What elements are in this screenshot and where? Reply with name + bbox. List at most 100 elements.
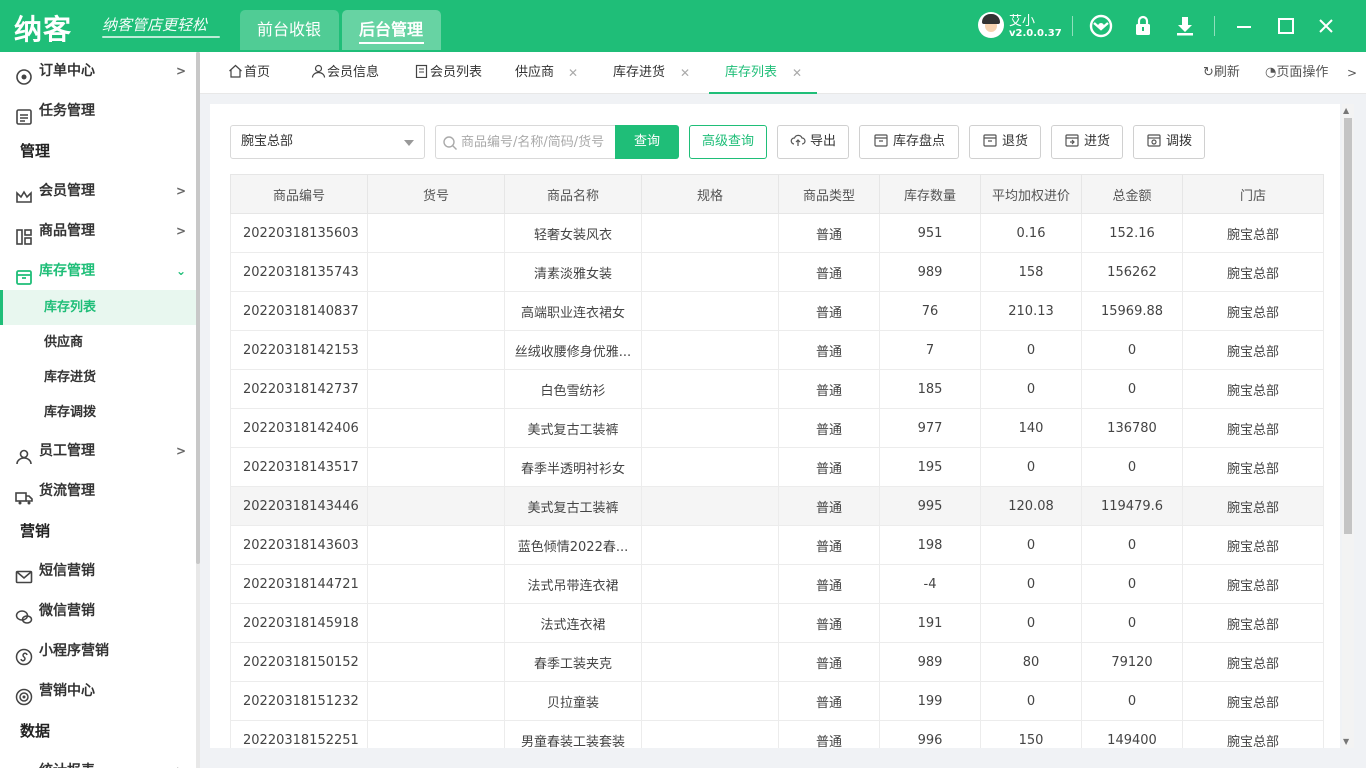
table-cell: 989 bbox=[879, 642, 981, 682]
scroll-up-icon[interactable]: ▲ bbox=[1343, 106, 1349, 115]
sidebar-scrollbar[interactable] bbox=[196, 52, 200, 768]
table-row[interactable]: 20220318142737 白色雪纺衫 普通 185 0 0 腕宝总部 bbox=[230, 369, 1324, 409]
page-operations-button[interactable]: ◔页面操作 bbox=[1265, 52, 1328, 94]
column-header[interactable]: 总金额 bbox=[1081, 174, 1183, 214]
column-header[interactable]: 货号 bbox=[367, 174, 505, 214]
sidebar-item-reports[interactable]: 统计报表 > bbox=[0, 751, 196, 768]
table-row[interactable]: 20220318143446 美式复古工装裤 普通 995 120.08 119479.6… bbox=[230, 486, 1324, 526]
sidebar-item-miniprogram[interactable]: 小程序营销 bbox=[0, 631, 196, 671]
sidebar-subitem-supplier[interactable]: 供应商 bbox=[0, 325, 196, 360]
table-cell: 腕宝总部 bbox=[1182, 408, 1324, 448]
table-cell: 158 bbox=[980, 252, 1082, 292]
download-icon[interactable] bbox=[1172, 13, 1198, 39]
refresh-button[interactable]: ↻刷新 bbox=[1203, 52, 1240, 94]
table-row[interactable]: 20220318142406 美式复古工装裤 普通 977 140 136780 腕宝总部 bbox=[230, 408, 1324, 448]
tab-scroll-right-icon[interactable]: > bbox=[1347, 66, 1357, 80]
sidebar-item-logistics[interactable]: 货流管理 bbox=[0, 471, 196, 511]
sidebar-subitem-inventory-list[interactable]: 库存列表 bbox=[0, 290, 196, 325]
column-header[interactable]: 商品名称 bbox=[504, 174, 642, 214]
stocktake-button[interactable]: 库存盘点 bbox=[859, 125, 959, 159]
table-cell: 0 bbox=[980, 603, 1082, 643]
table-row[interactable]: 20220318140837 高端职业连衣裙女 普通 76 210.13 15969.88… bbox=[230, 291, 1324, 331]
transfer-button[interactable]: 调拨 bbox=[1133, 125, 1205, 159]
column-header[interactable]: 库存数量 bbox=[879, 174, 981, 214]
user-profile[interactable]: 艾小 v2.0.0.37 bbox=[978, 10, 1074, 44]
clipboard-icon bbox=[414, 54, 429, 79]
table-row[interactable]: 20220318152251 男童春装工装套装 普通 996 150 149400 腕宝总部 bbox=[230, 720, 1324, 748]
table-row[interactable]: 20220318151232 贝拉童装 普通 199 0 0 腕宝总部 bbox=[230, 681, 1324, 721]
table-cell: 腕宝总部 bbox=[1182, 213, 1324, 253]
tab-member-list[interactable]: 会员列表 bbox=[414, 52, 482, 94]
sidebar-subitem-transfer[interactable]: 库存调拨 bbox=[0, 395, 196, 430]
scroll-thumb[interactable] bbox=[1344, 118, 1352, 534]
table-cell: 20220318145918 bbox=[230, 603, 368, 643]
close-tab-icon[interactable]: ✕ bbox=[568, 52, 578, 94]
query-button[interactable]: 查询 bbox=[615, 125, 679, 159]
sidebar-item-wechat[interactable]: 微信营销 bbox=[0, 591, 196, 631]
sidebar-item-staff[interactable]: 员工管理 > bbox=[0, 431, 196, 471]
tab-member-info[interactable]: 会员信息 bbox=[311, 52, 379, 94]
sidebar-item-products[interactable]: 商品管理 > bbox=[0, 211, 196, 251]
table-cell bbox=[367, 642, 505, 682]
sidebar-item-inventory[interactable]: 库存管理 ⌄ bbox=[0, 251, 196, 291]
sidebar-item-orders[interactable]: 订单中心 > bbox=[0, 52, 196, 91]
sidebar-subitem-purchase[interactable]: 库存进货 bbox=[0, 360, 196, 395]
table-cell: 蓝色倾情2022春... bbox=[504, 525, 642, 565]
avatar bbox=[978, 12, 1004, 38]
sidebar-item-sms[interactable]: 短信营销 bbox=[0, 551, 196, 591]
maximize-icon[interactable] bbox=[1273, 13, 1299, 39]
advanced-query-button[interactable]: 高级查询 bbox=[689, 125, 767, 159]
column-header[interactable]: 商品编号 bbox=[230, 174, 368, 214]
scroll-down-icon[interactable]: ▼ bbox=[1343, 737, 1349, 746]
table-cell bbox=[367, 291, 505, 331]
tab-supplier[interactable]: 供应商 ✕ bbox=[515, 52, 578, 94]
table-cell: 20220318151232 bbox=[230, 681, 368, 721]
table-row[interactable]: 20220318150152 春季工装夹克 普通 989 80 79120 腕宝总部 bbox=[230, 642, 1324, 682]
sync-icon[interactable] bbox=[1088, 13, 1114, 39]
column-header[interactable]: 平均加权进价 bbox=[980, 174, 1082, 214]
sidebar-item-marketing-center[interactable]: 营销中心 bbox=[0, 671, 196, 711]
close-icon[interactable] bbox=[1313, 13, 1339, 39]
table-cell: 79120 bbox=[1081, 642, 1183, 682]
close-tab-icon[interactable]: ✕ bbox=[792, 52, 802, 94]
export-button[interactable]: 导出 bbox=[777, 125, 849, 159]
tab-inventory-purchase[interactable]: 库存进货 ✕ bbox=[613, 52, 690, 94]
table-row[interactable]: 20220318135743 清素淡雅女装 普通 989 158 156262 腕宝总部 bbox=[230, 252, 1324, 292]
table-cell bbox=[641, 564, 779, 604]
column-header[interactable]: 商品类型 bbox=[778, 174, 880, 214]
top-tab-backend[interactable]: 后台管理 bbox=[342, 10, 441, 50]
tab-home[interactable]: 首页 bbox=[228, 52, 270, 94]
chevron-down-icon bbox=[404, 140, 414, 146]
table-cell: 腕宝总部 bbox=[1182, 252, 1324, 292]
sidebar-item-members[interactable]: 会员管理 > bbox=[0, 171, 196, 211]
table-row[interactable]: 20220318142153 丝绒收腰修身优雅... 普通 7 0 0 腕宝总部 bbox=[230, 330, 1324, 370]
table-row[interactable]: 20220318135603 轻奢女装风衣 普通 951 0.16 152.16 腕宝总部 bbox=[230, 213, 1324, 253]
table-row[interactable]: 20220318144721 法式吊带连衣裙 普通 -4 0 0 腕宝总部 bbox=[230, 564, 1324, 604]
store-select[interactable]: 腕宝总部 bbox=[230, 125, 425, 159]
inventory-icon bbox=[15, 262, 33, 285]
table-cell bbox=[367, 252, 505, 292]
table-cell: 美式复古工装裤 bbox=[504, 408, 642, 448]
table-cell: 0 bbox=[980, 681, 1082, 721]
column-header[interactable]: 规格 bbox=[641, 174, 779, 214]
user-icon bbox=[15, 442, 33, 465]
table-cell: 20220318135603 bbox=[230, 213, 368, 253]
divider bbox=[1072, 16, 1073, 36]
top-tab-cashier[interactable]: 前台收银 bbox=[240, 10, 339, 50]
sidebar-item-tasks[interactable]: 任务管理 bbox=[0, 91, 196, 131]
mail-icon bbox=[15, 562, 33, 584]
table-row[interactable]: 20220318145918 法式连衣裙 普通 191 0 0 腕宝总部 bbox=[230, 603, 1324, 643]
return-button[interactable]: 退货 bbox=[969, 125, 1041, 159]
purchase-button[interactable]: 进货 bbox=[1051, 125, 1123, 159]
content-scrollbar[interactable]: ▲ ▼ bbox=[1342, 104, 1354, 748]
minimize-icon[interactable] bbox=[1231, 13, 1257, 39]
column-header[interactable]: 门店 bbox=[1182, 174, 1324, 214]
close-tab-icon[interactable]: ✕ bbox=[680, 52, 690, 94]
search-input[interactable] bbox=[461, 126, 616, 158]
lock-icon[interactable] bbox=[1130, 13, 1156, 39]
tab-inventory-list[interactable]: 库存列表 ✕ bbox=[708, 52, 818, 94]
table-row[interactable]: 20220318143603 蓝色倾情2022春... 普通 198 0 0 腕宝总部 bbox=[230, 525, 1324, 565]
table-cell: 腕宝总部 bbox=[1182, 642, 1324, 682]
table-cell: 腕宝总部 bbox=[1182, 447, 1324, 487]
table-row[interactable]: 20220318143517 春季半透明衬衫女 普通 195 0 0 腕宝总部 bbox=[230, 447, 1324, 487]
